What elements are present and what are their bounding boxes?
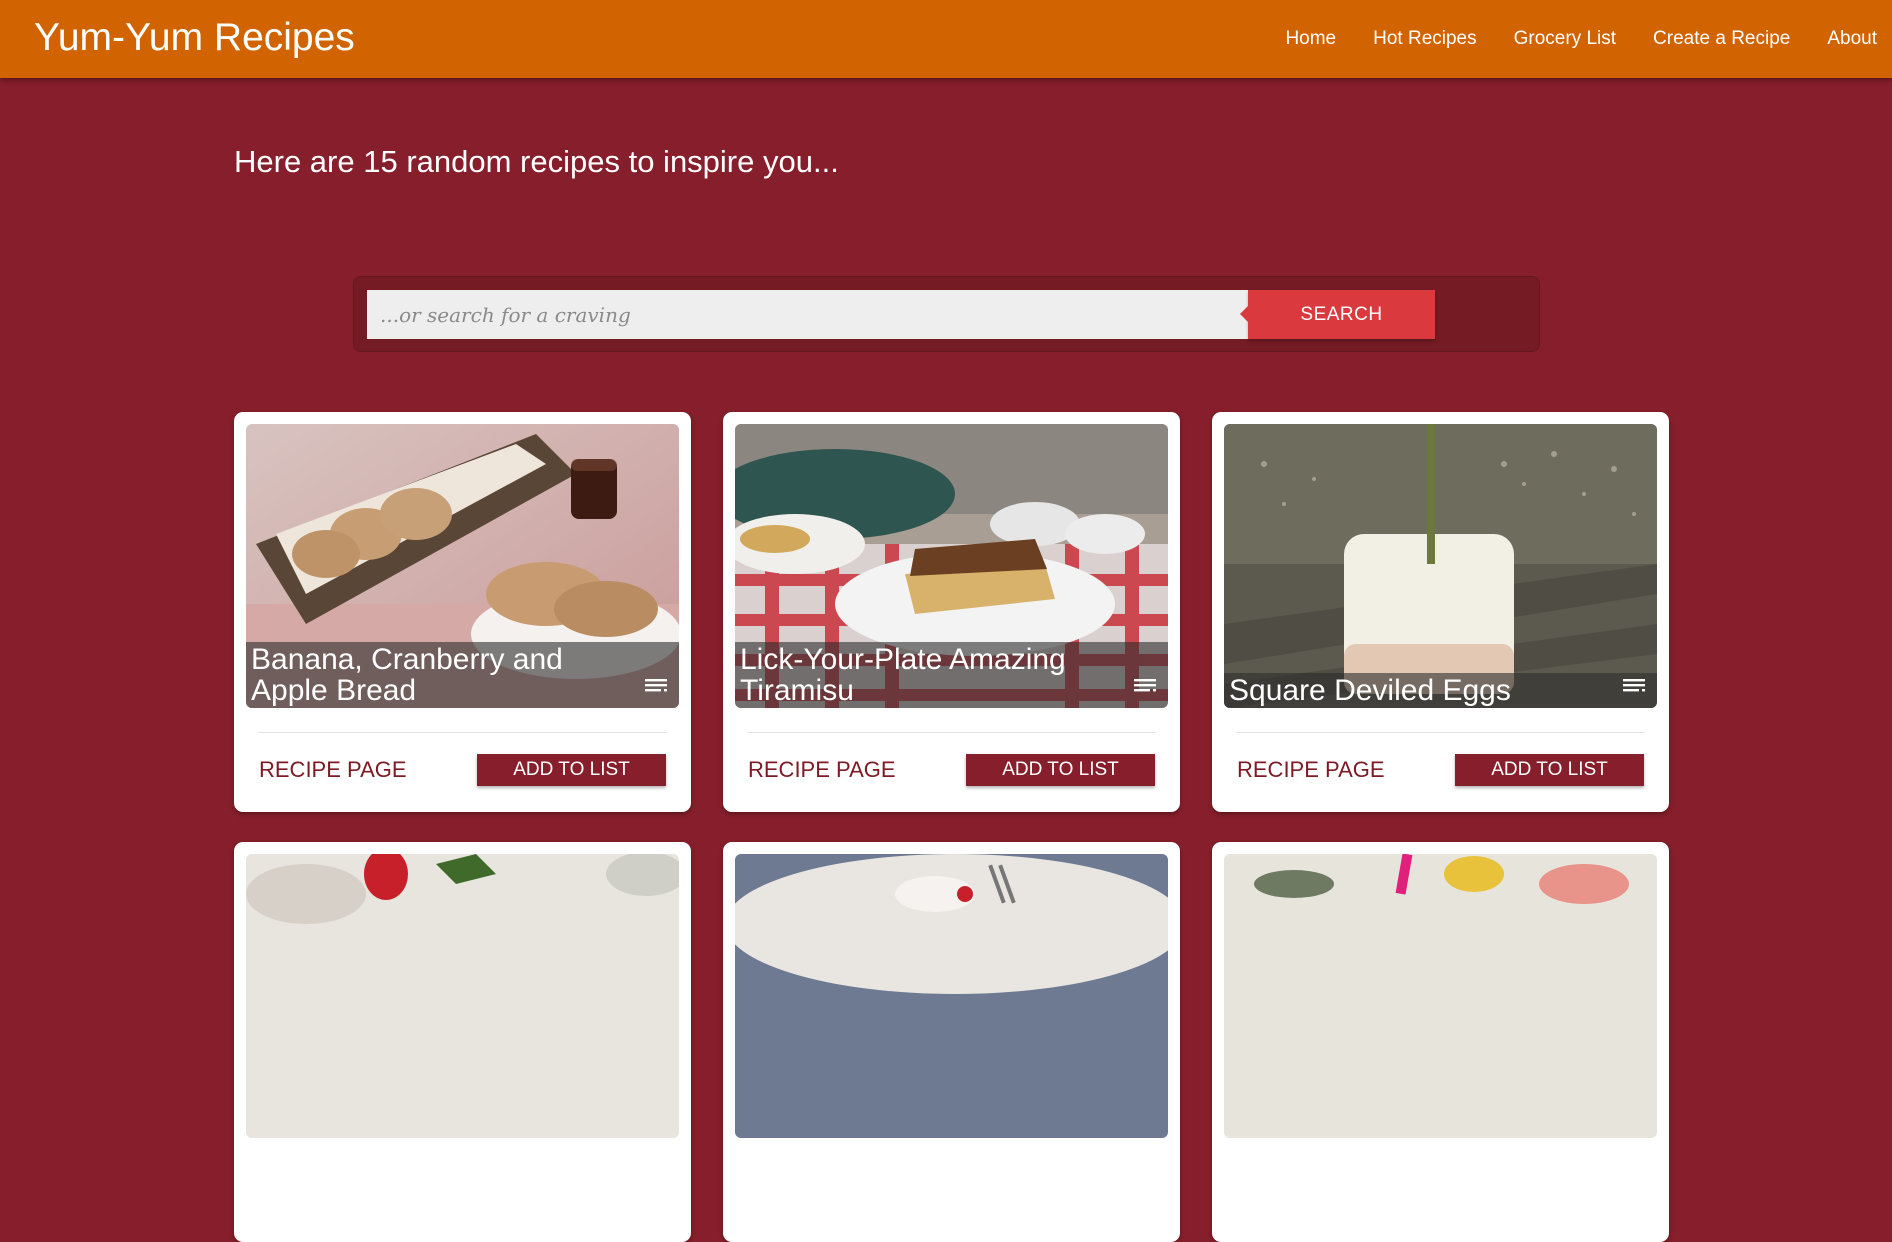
recipe-title-text: Banana, Cranberry and Apple Bread: [251, 643, 563, 707]
recipe-title-text: Square Deviled Eggs: [1229, 674, 1511, 707]
list-menu-icon[interactable]: [1623, 678, 1647, 694]
recipe-card: [1212, 842, 1669, 1242]
nav-links: Home Hot Recipes Grocery List Create a R…: [1248, 0, 1877, 78]
recipe-title[interactable]: Square Deviled Eggs: [1224, 673, 1657, 708]
list-menu-icon[interactable]: [645, 678, 669, 694]
recipe-card: Banana, Cranberry and Apple Bread RECIPE…: [234, 412, 691, 812]
recipe-image[interactable]: Square Deviled Eggs: [1224, 424, 1657, 708]
page-headline: Here are 15 random recipes to inspire yo…: [234, 144, 839, 179]
recipe-card: Lick-Your-Plate Amazing Tiramisu RECIPE …: [723, 412, 1180, 812]
recipe-image[interactable]: Lick-Your-Plate Amazing Tiramisu: [735, 424, 1168, 708]
search-bar: SEARCH: [353, 276, 1540, 352]
recipe-image[interactable]: [1224, 854, 1657, 1138]
recipe-title[interactable]: Lick-Your-Plate Amazing Tiramisu: [735, 642, 1168, 708]
nav-item-home[interactable]: Home: [1285, 28, 1336, 50]
recipe-page-link[interactable]: RECIPE PAGE: [259, 757, 407, 783]
add-to-list-button[interactable]: ADD TO LIST: [1455, 754, 1644, 786]
recipe-image[interactable]: [735, 854, 1168, 1138]
card-divider: [258, 732, 667, 733]
recipe-card: Square Deviled Eggs RECIPE PAGE ADD TO L…: [1212, 412, 1669, 812]
recipe-card: [723, 842, 1180, 1242]
strawberry-photo: [246, 854, 679, 1138]
deviled-eggs-photo: [1224, 424, 1657, 708]
recipe-card: [234, 842, 691, 1242]
add-to-list-button[interactable]: ADD TO LIST: [477, 754, 666, 786]
recipe-title[interactable]: Banana, Cranberry and Apple Bread: [246, 642, 679, 708]
recipe-image[interactable]: [246, 854, 679, 1138]
recipe-title-text: Lick-Your-Plate Amazing Tiramisu: [740, 643, 1066, 707]
nav-item-about[interactable]: About: [1827, 28, 1877, 50]
list-menu-icon[interactable]: [1134, 678, 1158, 694]
cocktail-photo: [1224, 854, 1657, 1138]
recipe-page-link[interactable]: RECIPE PAGE: [1237, 757, 1385, 783]
search-input[interactable]: [367, 290, 1250, 339]
recipe-page-link[interactable]: RECIPE PAGE: [748, 757, 896, 783]
top-navbar: Yum-Yum Recipes Home Hot Recipes Grocery…: [0, 0, 1892, 78]
dessert-plate-photo: [735, 854, 1168, 1138]
nav-item-hot-recipes[interactable]: Hot Recipes: [1373, 28, 1477, 50]
search-button[interactable]: SEARCH: [1240, 290, 1435, 339]
nav-item-create-recipe[interactable]: Create a Recipe: [1653, 28, 1790, 50]
brand-logo[interactable]: Yum-Yum Recipes: [34, 14, 355, 62]
add-to-list-button[interactable]: ADD TO LIST: [966, 754, 1155, 786]
card-divider: [747, 732, 1156, 733]
nav-item-grocery-list[interactable]: Grocery List: [1514, 28, 1616, 50]
card-divider: [1236, 732, 1645, 733]
recipe-image[interactable]: Banana, Cranberry and Apple Bread: [246, 424, 679, 708]
